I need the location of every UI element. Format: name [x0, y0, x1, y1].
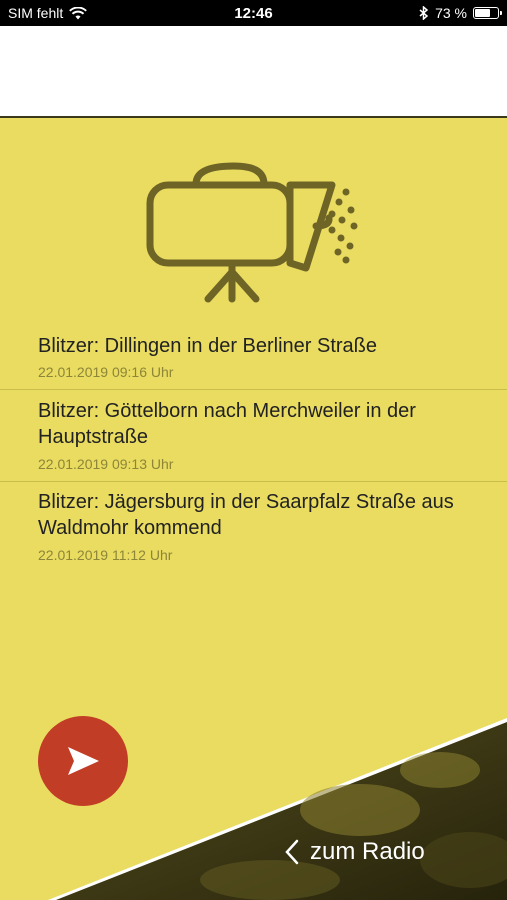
news-item[interactable]: Blitzer: Jägersburg in der Saarpfalz Str… — [0, 482, 507, 574]
speed-camera-icon — [146, 162, 358, 303]
bluetooth-icon — [419, 6, 429, 20]
news-date: 22.01.2019 09:13 Uhr — [38, 456, 174, 472]
play-button[interactable] — [38, 716, 128, 806]
play-icon — [68, 747, 99, 775]
to-radio-link[interactable]: zum Radio — [284, 838, 425, 866]
news-date: 22.01.2019 09:16 Uhr — [38, 364, 174, 380]
news-date: 22.01.2019 11:12 Uhr — [38, 547, 173, 563]
chevron-left-icon — [285, 839, 299, 865]
to-radio-label: zum Radio — [310, 838, 425, 865]
news-item[interactable]: Blitzer: Dillingen in der Berliner Straß… — [0, 330, 507, 390]
status-bar: SIM fehlt 12:46 73 % — [0, 0, 507, 26]
news-title: Blitzer: Dillingen in der Berliner Straß… — [38, 335, 378, 357]
news-item[interactable]: Blitzer: Göttelborn nach Merchweiler in … — [0, 390, 507, 482]
battery-percent: 73 % — [435, 5, 467, 21]
navigation-bar — [0, 26, 507, 118]
news-title: Blitzer: Göttelborn nach Merchweiler in … — [38, 400, 416, 448]
news-title: Blitzer: Jägersburg in der Saarpfalz Str… — [38, 491, 454, 539]
battery-icon — [473, 7, 502, 19]
